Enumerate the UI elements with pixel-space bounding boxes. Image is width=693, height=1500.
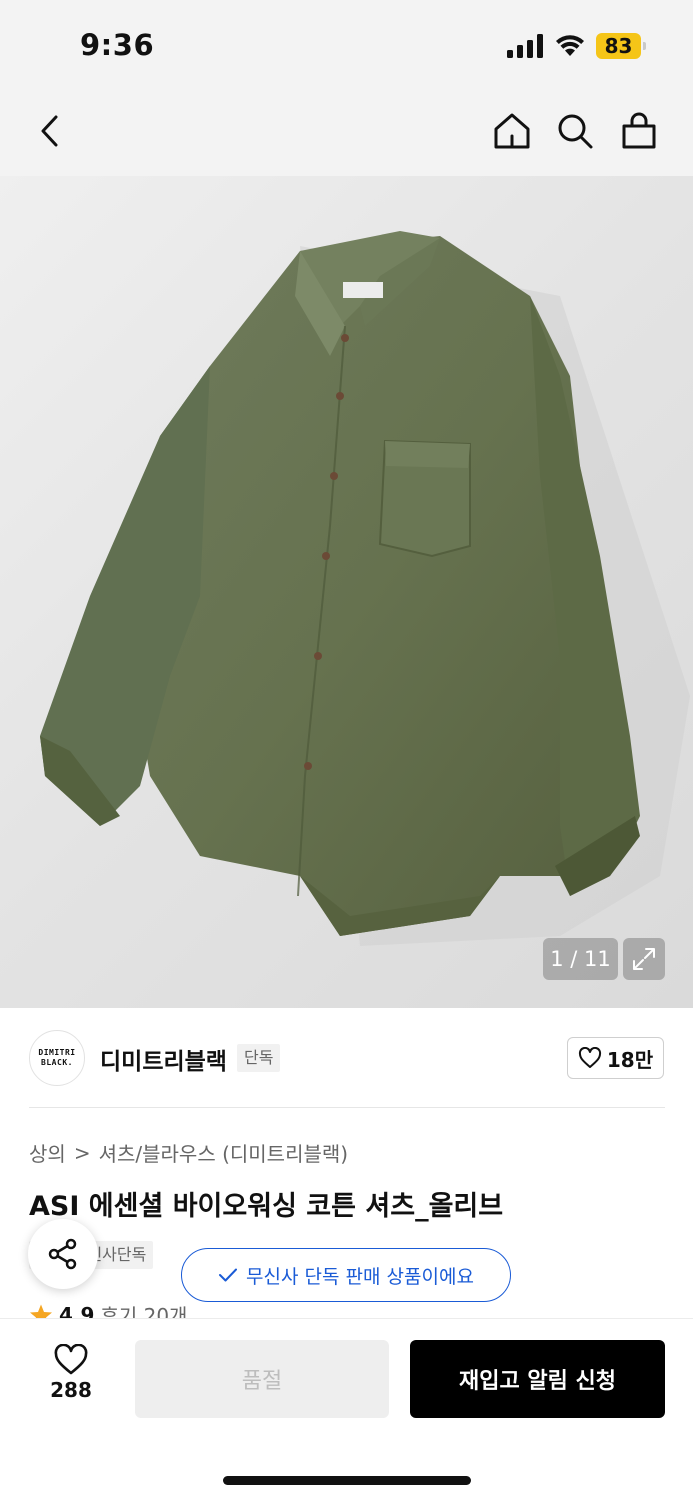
breadcrumb-separator: > xyxy=(73,1140,91,1165)
breadcrumb-category[interactable]: 상의 xyxy=(29,1138,66,1167)
exclusive-notice-tooltip: 무신사 단독 판매 상품이에요 xyxy=(181,1248,511,1302)
brand-name-link[interactable]: 디미트리블랙 xyxy=(100,1042,227,1076)
brand-like-count: 18만 xyxy=(606,1047,654,1072)
battery-percent: 83 xyxy=(604,34,633,58)
home-indicator xyxy=(223,1476,471,1485)
brand-exclusive-badge: 단독 xyxy=(237,1044,281,1072)
heart-icon xyxy=(578,1047,601,1068)
cellular-signal-icon xyxy=(507,34,543,58)
cart-button[interactable] xyxy=(616,108,662,154)
restock-alert-button[interactable]: 재입고 알림 신청 xyxy=(410,1340,665,1418)
expand-button[interactable] xyxy=(623,938,665,980)
battery-indicator: 83 xyxy=(596,33,648,59)
home-button[interactable] xyxy=(489,108,535,154)
brand-like-button[interactable]: 18만 xyxy=(567,1037,664,1079)
home-icon xyxy=(494,113,530,149)
heart-icon xyxy=(54,1344,88,1375)
product-image-gallery[interactable] xyxy=(0,176,693,1008)
share-button[interactable] xyxy=(28,1219,98,1289)
image-counter: 1 / 11 xyxy=(543,938,618,980)
exclusive-notice-text: 무신사 단독 판매 상품이에요 xyxy=(246,1265,474,1288)
chevron-left-icon xyxy=(41,115,58,147)
soldout-button[interactable]: 품절 xyxy=(135,1340,389,1418)
battery-nub xyxy=(643,42,646,50)
brand-logo[interactable]: DIMITRI BLACK. xyxy=(29,1030,85,1086)
breadcrumb: 상의 > 셔츠/블라우스 (디미트리블랙) xyxy=(29,1138,348,1167)
search-button[interactable] xyxy=(552,108,598,154)
product-detail-page: 9:36 83 1 / 11 DIMITRI BLACK. 디미트리블랙 단독 … xyxy=(0,0,693,1500)
wifi-icon xyxy=(556,35,584,56)
breadcrumb-subcategory[interactable]: 셔츠/블라우스 (디미트리블랙) xyxy=(99,1138,349,1167)
divider xyxy=(29,1107,665,1108)
product-title: ASI 에센셜 바이오워싱 코튼 셔츠_올리브 xyxy=(29,1191,504,1222)
status-bar: 9:36 83 xyxy=(0,0,693,92)
expand-icon xyxy=(633,948,655,970)
wishlist-count: 288 xyxy=(50,1378,92,1402)
status-time: 9:36 xyxy=(80,28,155,62)
search-icon xyxy=(558,114,593,149)
wishlist-button[interactable]: 288 xyxy=(40,1344,102,1414)
back-button[interactable] xyxy=(27,108,73,154)
brand-logo-line1: DIMITRI xyxy=(38,1048,76,1057)
brand-logo-line2: BLACK. xyxy=(41,1058,73,1067)
product-photo-shirt xyxy=(40,231,690,946)
nav-bar xyxy=(0,92,693,176)
share-icon xyxy=(48,1238,77,1270)
check-icon xyxy=(219,1268,238,1282)
shopping-bag-icon xyxy=(622,112,656,149)
